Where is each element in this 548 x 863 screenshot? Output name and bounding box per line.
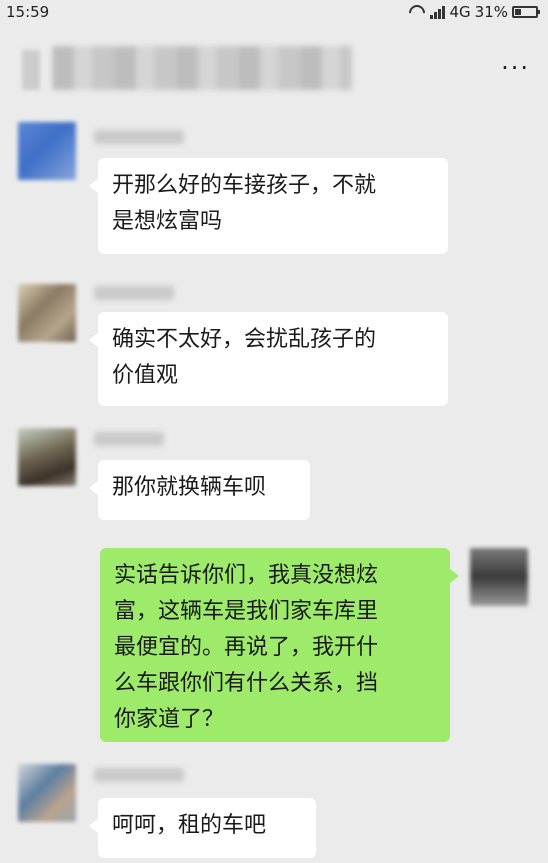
sender-name-blurred [94, 432, 164, 446]
avatar[interactable] [18, 428, 76, 486]
avatar[interactable] [18, 122, 76, 180]
avatar[interactable] [18, 284, 76, 342]
sender-name-blurred [94, 130, 184, 144]
back-icon[interactable] [22, 50, 40, 90]
avatar[interactable] [18, 764, 76, 822]
sender-name-blurred [94, 286, 174, 300]
message-bubble: 呵呵，租的车吧 [89, 798, 316, 858]
more-icon[interactable]: ··· [501, 54, 530, 82]
status-indicators: 4G 31% [408, 3, 540, 21]
network-type: 4G [449, 3, 471, 21]
message-bubble: 那你就换辆车呗 [89, 460, 310, 520]
battery-fill [515, 9, 521, 15]
sender-name-blurred [94, 768, 184, 782]
self-avatar[interactable] [470, 548, 528, 606]
chat-header: ··· [0, 26, 548, 92]
chat-title-blurred [52, 46, 352, 90]
message-bubble: 确实不太好，会扰乱孩子的 价值观 [89, 312, 448, 406]
message-bubble-self: 实话告诉你们，我真没想炫 富，这辆车是我们家车库里 最便宜的。再说了，我开什 么… [100, 548, 459, 742]
status-bar: 15:59 4G 31% [0, 0, 548, 26]
signal-icon [430, 5, 446, 19]
message-bubble: 开那么好的车接孩子，不就 是想炫富吗 [89, 158, 448, 254]
wifi-icon [408, 5, 426, 19]
status-time: 15:59 [6, 3, 50, 21]
battery-percent: 31% [474, 3, 508, 21]
battery-icon [512, 6, 540, 18]
